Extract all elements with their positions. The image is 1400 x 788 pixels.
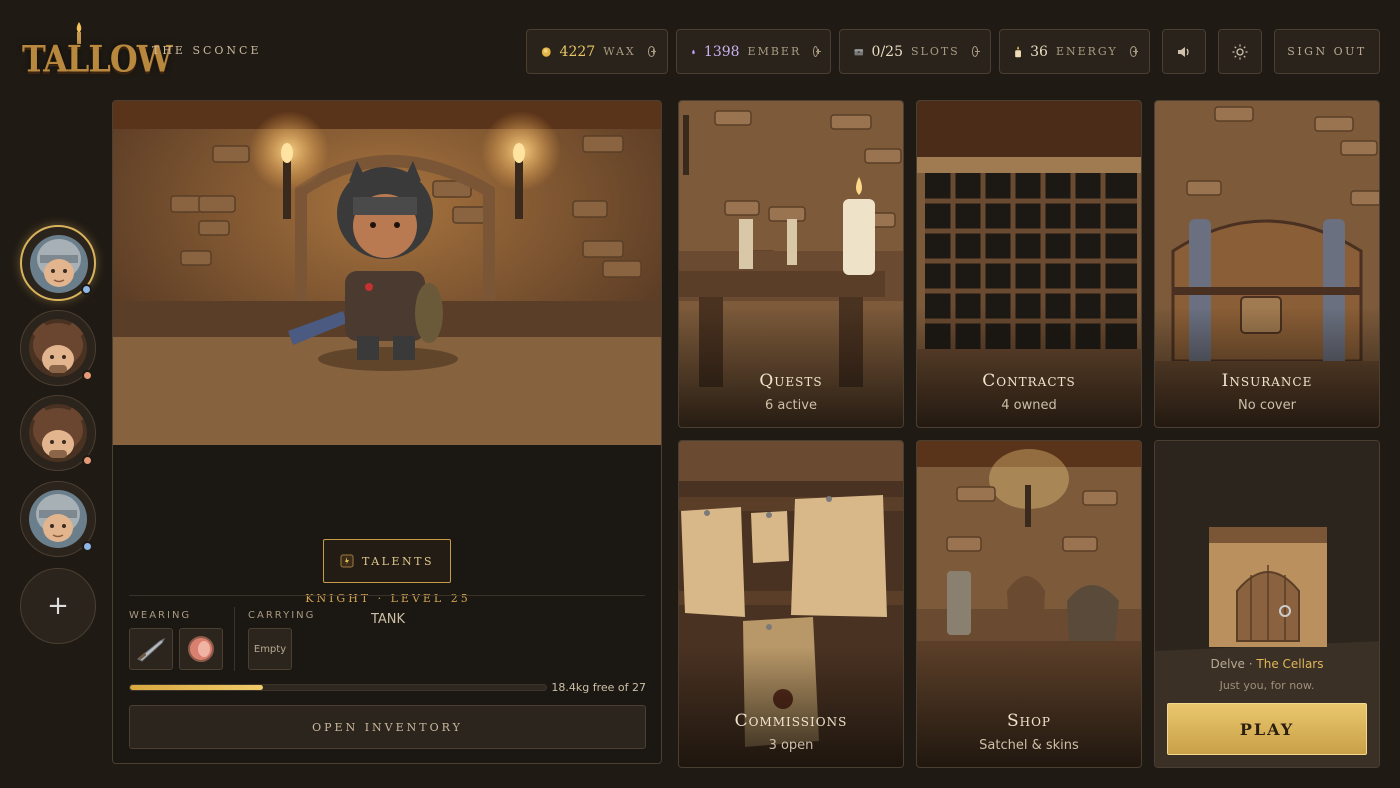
wearing-label: WEARING — [129, 610, 192, 621]
add-energy-icon[interactable] — [1129, 46, 1139, 57]
candle-icon — [1015, 45, 1021, 57]
commissions-title: Commissions — [734, 711, 848, 731]
character-class-level: KNIGHT · LEVEL 25 — [305, 592, 471, 605]
character-avatar-knight-selected[interactable] — [20, 225, 96, 301]
bear-hood-portrait — [29, 404, 87, 462]
sound-button[interactable] — [1162, 29, 1206, 74]
sign-out-button[interactable]: SIGN OUT — [1274, 29, 1380, 74]
insurance-title: Insurance — [1221, 371, 1313, 391]
commissions-tile[interactable]: Commissions 3 open — [678, 440, 904, 768]
knight-portrait — [30, 235, 88, 293]
add-character-button[interactable]: + — [20, 568, 96, 644]
delve-party-note: Just you, for now. — [1219, 679, 1315, 692]
insurance-subtitle: No cover — [1238, 398, 1296, 413]
carrying-label: CARRYING — [248, 610, 316, 621]
talent-book-icon — [340, 554, 354, 568]
wax-amount: 4227 — [559, 43, 596, 60]
energy-amount: 36 — [1030, 43, 1048, 60]
knight-portrait — [29, 490, 87, 548]
shop-title: Shop — [1006, 711, 1052, 731]
status-dot — [82, 370, 93, 381]
quests-title: Quests — [759, 371, 823, 391]
slots-label: SLOTS — [910, 45, 960, 58]
insurance-tile[interactable]: Insurance No cover — [1154, 100, 1380, 428]
open-inventory-button[interactable]: OPEN INVENTORY — [129, 705, 646, 749]
wax-coin-icon — [541, 46, 551, 57]
wax-currency[interactable]: 4227 WAX — [526, 29, 668, 74]
bear-hood-portrait — [29, 319, 87, 377]
status-dot — [82, 455, 93, 466]
character-avatar-bear-2[interactable] — [20, 395, 96, 471]
add-slots-icon[interactable] — [971, 46, 981, 57]
contracts-subtitle: 4 owned — [1001, 398, 1057, 413]
shop-tile[interactable]: Shop Satchel & skins — [916, 440, 1142, 768]
quests-subtitle: 6 active — [765, 398, 817, 413]
delve-location-line: Delve · The Cellars — [1155, 657, 1379, 671]
ember-amount: 1398 — [703, 43, 740, 60]
brand-name: TALLOW — [22, 37, 173, 81]
delve-place-name[interactable]: The Cellars — [1256, 657, 1323, 671]
slots-amount: 0/25 — [871, 43, 903, 60]
delve-prefix: Delve · — [1210, 657, 1257, 671]
character-panel: Admin KNIGHT · LEVEL 25 TANK TALENTS WEA… — [112, 100, 662, 764]
carrying-slot[interactable]: Empty — [248, 628, 292, 670]
add-wax-icon[interactable] — [647, 46, 657, 57]
chest-icon — [854, 48, 864, 55]
shield-icon — [188, 636, 214, 662]
talents-button[interactable]: TALENTS — [323, 539, 451, 583]
equipped-shield-slot[interactable] — [179, 628, 223, 670]
equipped-sword-slot[interactable] — [129, 628, 173, 670]
character-avatar-bear[interactable] — [20, 310, 96, 386]
delve-tile[interactable]: Delve · The Cellars Just you, for now. P… — [1154, 440, 1380, 768]
section-divider — [129, 595, 645, 596]
quests-tile[interactable]: Quests 6 active — [678, 100, 904, 428]
contracts-tile[interactable]: Contracts 4 owned — [916, 100, 1142, 428]
carry-weight-fill — [130, 685, 264, 690]
add-ember-icon[interactable] — [813, 46, 821, 57]
status-dot — [82, 541, 93, 552]
equipment-separator — [234, 607, 235, 671]
character-scene-image — [113, 101, 661, 445]
sign-out-label: SIGN OUT — [1287, 45, 1367, 58]
page-subtitle: THE SCONCE — [152, 44, 262, 57]
shop-subtitle: Satchel & skins — [979, 738, 1079, 753]
slots-counter[interactable]: 0/25 SLOTS — [839, 29, 991, 74]
wax-label: WAX — [603, 45, 636, 58]
character-avatar-knight-2[interactable] — [20, 481, 96, 557]
contracts-title: Contracts — [982, 371, 1076, 391]
tallow-logo[interactable]: TALLOW — [22, 22, 173, 82]
play-button[interactable]: PLAY — [1167, 703, 1367, 755]
sword-icon — [137, 637, 166, 662]
energy-label: ENERGY — [1055, 45, 1118, 58]
ember-currency[interactable]: 1398 EMBER — [676, 29, 831, 74]
speaker-icon — [1178, 46, 1189, 57]
plus-icon: + — [47, 591, 69, 621]
ember-label: EMBER — [747, 45, 802, 58]
carry-weight-bar — [129, 684, 547, 691]
energy-counter[interactable]: 36 ENERGY — [999, 29, 1150, 74]
character-role: TANK — [370, 612, 406, 627]
sun-icon — [1232, 44, 1248, 59]
status-dot — [81, 284, 92, 295]
empty-slot-label: Empty — [253, 643, 287, 655]
talents-label: TALENTS — [361, 554, 434, 568]
theme-toggle-button[interactable] — [1218, 29, 1262, 74]
carry-weight-text: 18.4kg free of 27 — [551, 681, 646, 694]
ember-gem-icon — [691, 49, 695, 54]
commissions-subtitle: 3 open — [768, 738, 814, 753]
